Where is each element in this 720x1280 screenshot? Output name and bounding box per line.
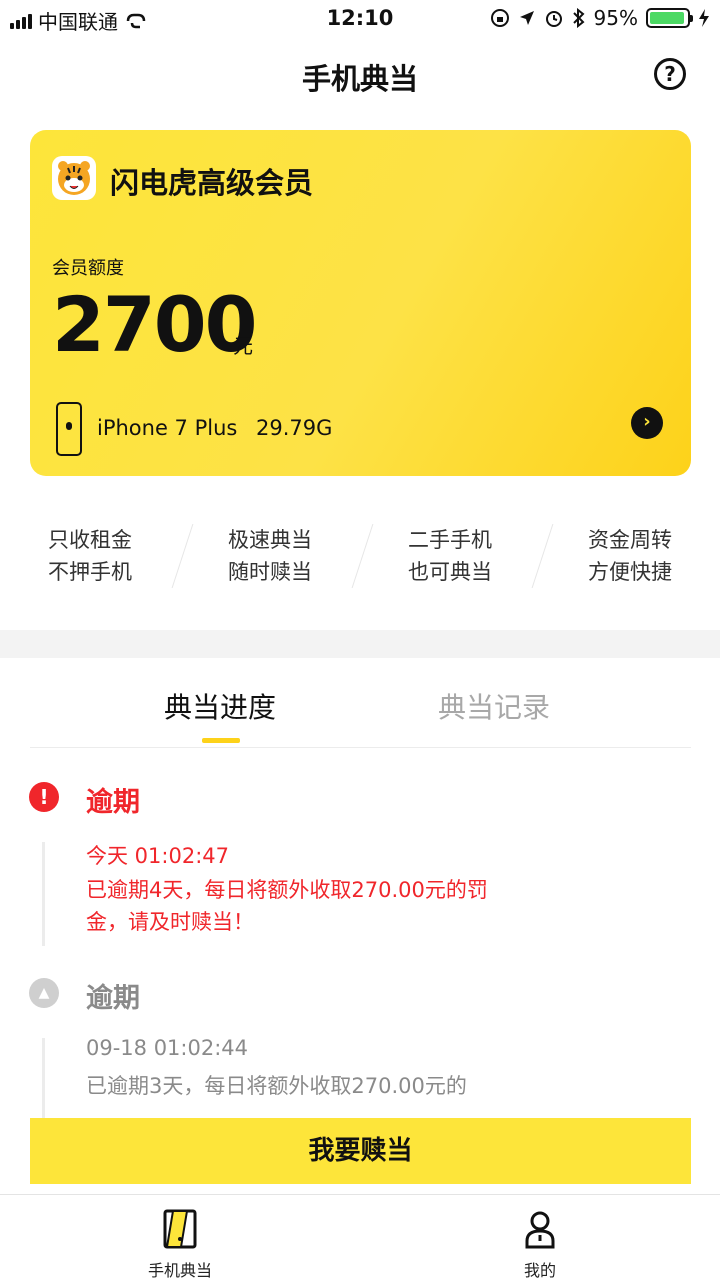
feature-line2: 也可典当 bbox=[408, 560, 492, 584]
timeline-status: 逾期 bbox=[86, 787, 140, 818]
timeline-status: 逾期 bbox=[86, 983, 140, 1014]
feature-line1: 极速典当 bbox=[228, 528, 312, 552]
battery-fill bbox=[650, 12, 685, 24]
feature-line2: 方便快捷 bbox=[588, 560, 672, 584]
member-title: 闪电虎高级会员 bbox=[110, 166, 314, 200]
member-card[interactable]: 闪电虎高级会员 会员额度 2700 元 iPhone 7 Plus 29.79G… bbox=[30, 130, 691, 476]
bluetooth-icon bbox=[572, 8, 585, 28]
feature-item: 只收租金 不押手机 bbox=[0, 524, 180, 588]
alarm-icon bbox=[545, 11, 562, 27]
rotation-lock-icon bbox=[490, 9, 509, 27]
status-bar: 中国联通 12:10 95% bbox=[0, 0, 720, 36]
bottom-nav: 手机典当 我的 bbox=[0, 1194, 720, 1280]
tab-indicator bbox=[202, 738, 240, 743]
feature-line2: 随时赎当 bbox=[228, 560, 312, 584]
feature-list: 只收租金 不押手机 极速典当 随时赎当 二手手机 也可典当 资金周转 方便快捷 bbox=[0, 524, 720, 588]
device-storage: 29.79G bbox=[256, 416, 333, 440]
tab-bar: 典当进度 典当记录 bbox=[30, 658, 691, 748]
timeline-time: 今天 01:02:47 bbox=[86, 844, 229, 868]
phone-icon bbox=[56, 402, 82, 456]
phone-pawn-icon bbox=[163, 1209, 197, 1249]
page-title: 手机典当 bbox=[301, 62, 418, 96]
nav-item-mine[interactable]: 我的 bbox=[360, 1195, 720, 1280]
feature-line1: 二手手机 bbox=[408, 528, 492, 552]
progress-timeline: ! 逾期 今天 01:02:47 已逾期4天，每日将额外收取270.00元的罚金… bbox=[0, 748, 720, 1118]
feature-line1: 资金周转 bbox=[588, 528, 672, 552]
status-right: 95% bbox=[490, 6, 710, 30]
nav-bar: 手机典当 ? bbox=[0, 36, 720, 112]
timeline-line bbox=[42, 1038, 45, 1118]
nav-item-pawn[interactable]: 手机典当 bbox=[0, 1195, 360, 1280]
feature-item: 二手手机 也可典当 bbox=[360, 524, 540, 588]
alert-icon: ! bbox=[29, 782, 59, 812]
redeem-button[interactable]: 我要赎当 bbox=[30, 1118, 691, 1184]
charging-icon bbox=[699, 9, 709, 27]
timeline-message: 已逾期3天，每日将额外收取270.00元的 bbox=[86, 1074, 467, 1098]
feature-item: 资金周转 方便快捷 bbox=[540, 524, 720, 588]
profile-icon bbox=[525, 1211, 555, 1249]
device-name: iPhone 7 Plus bbox=[97, 416, 238, 440]
feature-item: 极速典当 随时赎当 bbox=[180, 524, 360, 588]
battery-icon bbox=[646, 8, 693, 28]
location-icon bbox=[519, 11, 534, 25]
tab-records[interactable]: 典当记录 bbox=[438, 686, 550, 726]
quota-label: 会员额度 bbox=[52, 258, 124, 279]
nav-label: 手机典当 bbox=[147, 1261, 212, 1280]
timeline-time: 09-18 01:02:44 bbox=[86, 1036, 249, 1060]
timeline-message: 已逾期4天，每日将额外收取270.00元的罚金，请及时赎当！ bbox=[86, 878, 488, 934]
chevron-right-icon[interactable]: › bbox=[631, 407, 663, 439]
section-divider bbox=[0, 630, 720, 658]
quota-amount: 2700 bbox=[52, 280, 258, 369]
tiger-logo-icon bbox=[52, 156, 96, 200]
feature-line2: 不押手机 bbox=[48, 560, 132, 584]
battery-percent: 95% bbox=[593, 6, 638, 30]
feature-line1: 只收租金 bbox=[48, 528, 132, 552]
timeline-line bbox=[42, 842, 45, 946]
help-button[interactable]: ? bbox=[654, 58, 686, 90]
quota-unit: 元 bbox=[233, 334, 253, 358]
chevron-up-icon[interactable]: ▲ bbox=[29, 978, 59, 1008]
nav-label: 我的 bbox=[523, 1261, 556, 1280]
tab-progress[interactable]: 典当进度 bbox=[164, 686, 276, 726]
